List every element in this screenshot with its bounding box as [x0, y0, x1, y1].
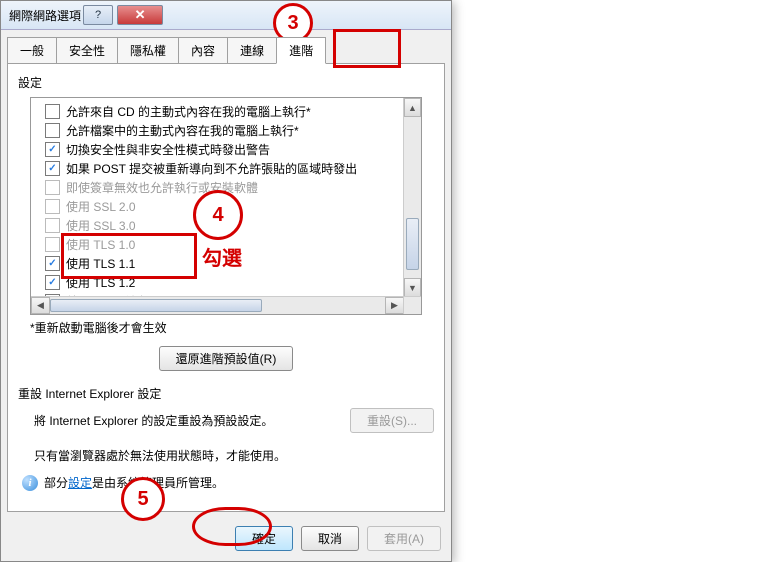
scroll-right-button[interactable]: ▶ — [385, 297, 404, 314]
tab-advanced[interactable]: 進階 — [276, 37, 326, 64]
item-label: 即使簽章無效也允許執行或安裝軟體 — [66, 179, 258, 196]
admin-info-bar: i 部分設定是由系統管理員所管理。 — [22, 474, 434, 491]
tab-security[interactable]: 安全性 — [56, 37, 118, 64]
checkbox[interactable] — [45, 199, 60, 214]
restore-defaults-button[interactable]: 還原進階預設值(R) — [159, 346, 294, 371]
tab-connections[interactable]: 連線 — [227, 37, 277, 64]
reset-section-title: 重設 Internet Explorer 設定 — [18, 385, 434, 402]
reset-button[interactable]: 重設(S)... — [350, 408, 434, 433]
apply-button[interactable]: 套用(A) — [367, 526, 441, 551]
help-button[interactable]: ? — [83, 5, 113, 25]
ok-button[interactable]: 確定 — [235, 526, 293, 551]
scroll-thumb-vertical[interactable] — [406, 218, 419, 270]
list-item: 使用 SSL 2.0 — [45, 197, 421, 216]
item-label: 允許來自 CD 的主動式內容在我的電腦上執行* — [66, 103, 311, 120]
info-suffix: 是由系統管理員所管理。 — [92, 476, 224, 490]
item-label: 使用 TLS 1.1 — [66, 255, 135, 272]
item-label: 切換安全性與非安全性模式時發出警告 — [66, 141, 270, 158]
item-label: 使用 TLS 1.0 — [66, 236, 135, 253]
tab-privacy[interactable]: 隱私權 — [117, 37, 179, 64]
settings-listbox[interactable]: 允許來自 CD 的主動式內容在我的電腦上執行* 允許檔案中的主動式內容在我的電腦… — [30, 97, 422, 315]
restart-note: *重新啟動電腦後才會生效 — [30, 319, 434, 336]
item-label: 如果 POST 提交被重新導向到不允許張貼的區域時發出 — [66, 160, 357, 177]
scroll-down-button[interactable]: ▼ — [404, 278, 421, 297]
list-item: 切換安全性與非安全性模式時發出警告 — [45, 140, 421, 159]
info-settings-link[interactable]: 設定 — [68, 476, 92, 490]
checkbox[interactable] — [45, 180, 60, 195]
checkbox[interactable] — [45, 161, 60, 176]
cancel-button[interactable]: 取消 — [301, 526, 359, 551]
list-item: 如果 POST 提交被重新導向到不允許張貼的區域時發出 — [45, 159, 421, 178]
info-icon: i — [22, 475, 38, 491]
checkbox[interactable] — [45, 142, 60, 157]
tabs-bar: 一般 安全性 隱私權 內容 連線 進階 — [1, 30, 451, 63]
item-label: 使用 SSL 2.0 — [66, 198, 136, 215]
scroll-up-button[interactable]: ▲ — [404, 98, 421, 117]
reset-description: 將 Internet Explorer 的設定重設為預設設定。 — [34, 412, 350, 429]
internet-options-dialog: 網際網路選項 ? ✕ 一般 安全性 隱私權 內容 連線 進階 設定 允許來自 C… — [0, 0, 452, 562]
window-title: 網際網路選項 — [9, 7, 81, 24]
list-item: 使用 TLS 1.0 — [45, 235, 421, 254]
list-item: 允許檔案中的主動式內容在我的電腦上執行* — [45, 121, 421, 140]
scrollbar-corner — [403, 296, 421, 314]
checkbox[interactable] — [45, 104, 60, 119]
checkbox[interactable] — [45, 218, 60, 233]
reset-only-when-note: 只有當瀏覽器處於無法使用狀態時，才能使用。 — [34, 447, 434, 464]
settings-label: 設定 — [18, 74, 434, 91]
scroll-left-button[interactable]: ◀ — [31, 297, 50, 314]
horizontal-scrollbar[interactable]: ◀ ▶ — [31, 296, 404, 314]
list-item: 使用 TLS 1.2 — [45, 273, 421, 292]
checkbox[interactable] — [45, 256, 60, 271]
list-item: 即使簽章無效也允許執行或安裝軟體 — [45, 178, 421, 197]
list-item: 使用 SSL 3.0 — [45, 216, 421, 235]
tab-general[interactable]: 一般 — [7, 37, 57, 64]
checkbox[interactable] — [45, 237, 60, 252]
tab-content[interactable]: 內容 — [178, 37, 228, 64]
tab-panel-advanced: 設定 允許來自 CD 的主動式內容在我的電腦上執行* 允許檔案中的主動式內容在我… — [7, 63, 445, 512]
list-item: 允許來自 CD 的主動式內容在我的電腦上執行* — [45, 102, 421, 121]
item-label: 使用 TLS 1.2 — [66, 274, 135, 291]
info-prefix: 部分 — [44, 476, 68, 490]
vertical-scrollbar[interactable]: ▲ ▼ — [403, 98, 421, 297]
checkbox[interactable] — [45, 275, 60, 290]
item-label: 使用 SSL 3.0 — [66, 217, 136, 234]
list-item: 使用 TLS 1.1 — [45, 254, 421, 273]
item-label: 允許檔案中的主動式內容在我的電腦上執行* — [66, 122, 299, 139]
titlebar[interactable]: 網際網路選項 ? ✕ — [1, 1, 451, 30]
checkbox[interactable] — [45, 123, 60, 138]
scroll-thumb-horizontal[interactable] — [50, 299, 262, 312]
close-button[interactable]: ✕ — [117, 5, 163, 25]
